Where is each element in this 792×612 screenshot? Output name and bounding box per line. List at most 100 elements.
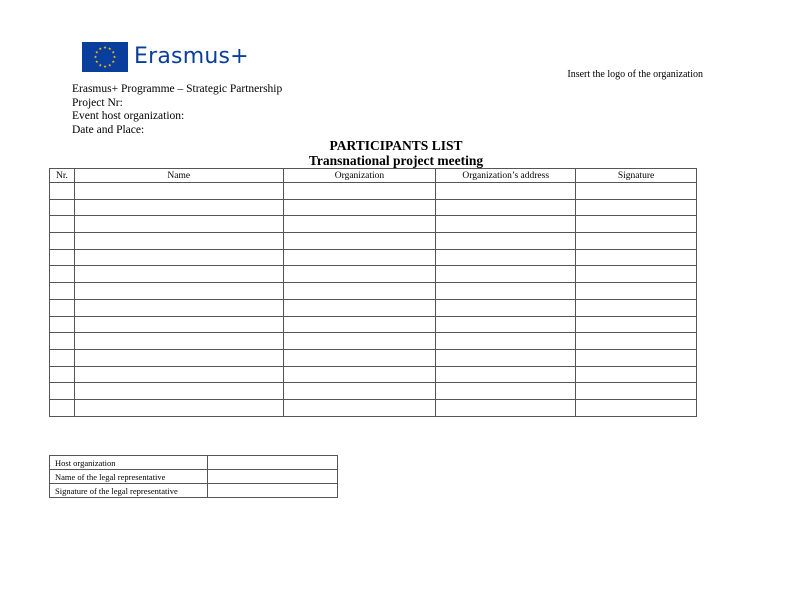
cell-nr[interactable] <box>49 398 75 417</box>
cell-nr[interactable] <box>49 382 75 400</box>
cell-nr[interactable] <box>49 265 75 284</box>
cell-signature[interactable] <box>575 198 697 217</box>
cell-address[interactable] <box>435 315 577 334</box>
cell-name[interactable] <box>73 282 284 300</box>
legal-representative-name-label: Name of the legal representative <box>49 469 208 484</box>
cell-nr[interactable] <box>49 282 75 300</box>
cell-address[interactable] <box>435 365 577 384</box>
project-nr-line: Project Nr: <box>72 96 123 109</box>
cell-name[interactable] <box>73 348 284 367</box>
cell-address[interactable] <box>435 298 577 317</box>
cell-organization[interactable] <box>282 348 437 367</box>
cell-signature[interactable] <box>575 398 697 417</box>
legal-representative-name-cell[interactable] <box>206 469 339 484</box>
table-row <box>49 198 697 217</box>
cell-organization[interactable] <box>282 382 437 400</box>
cell-address[interactable] <box>435 382 577 400</box>
cell-address[interactable] <box>435 265 577 284</box>
cell-name[interactable] <box>73 215 284 234</box>
table-row <box>49 248 697 267</box>
flag-star <box>111 50 115 54</box>
cell-name[interactable] <box>73 298 284 317</box>
cell-name[interactable] <box>73 332 284 350</box>
cell-nr[interactable] <box>49 298 75 317</box>
cell-nr[interactable] <box>49 215 75 234</box>
legal-representative-signature-label: Signature of the legal representative <box>49 483 208 498</box>
host-organization-cell[interactable] <box>206 455 339 470</box>
cell-address[interactable] <box>435 282 577 300</box>
table-row <box>49 298 697 317</box>
cell-address[interactable] <box>435 398 577 417</box>
cell-organization[interactable] <box>282 232 437 250</box>
cell-nr[interactable] <box>49 248 75 267</box>
flag-star <box>111 60 115 64</box>
flag-star <box>103 64 107 68</box>
cell-name[interactable] <box>73 248 284 267</box>
cell-address[interactable] <box>435 332 577 350</box>
cell-name[interactable] <box>73 198 284 217</box>
cell-address[interactable] <box>435 348 577 367</box>
cell-nr[interactable] <box>49 232 75 250</box>
table-header-row: Nr. Name Organization Organization’s add… <box>49 168 697 183</box>
cell-address[interactable] <box>435 232 577 250</box>
cell-signature[interactable] <box>575 248 697 267</box>
cell-organization[interactable] <box>282 282 437 300</box>
cell-address[interactable] <box>435 182 577 200</box>
cell-name[interactable] <box>73 232 284 250</box>
column-header-name: Name <box>73 168 284 183</box>
cell-signature[interactable] <box>575 365 697 384</box>
cell-organization[interactable] <box>282 248 437 267</box>
programme-line: Erasmus+ Programme – Strategic Partnersh… <box>72 83 283 95</box>
cell-nr[interactable] <box>49 365 75 384</box>
cell-nr[interactable] <box>49 315 75 334</box>
table-row <box>49 348 697 367</box>
logo-text: Erasmus+ <box>134 44 249 69</box>
cell-signature[interactable] <box>575 348 697 367</box>
project-info: Erasmus+ Programme – Strategic Partnersh… <box>72 83 282 137</box>
cell-organization[interactable] <box>282 215 437 234</box>
table-row <box>49 382 697 400</box>
cell-name[interactable] <box>73 315 284 334</box>
cell-nr[interactable] <box>49 198 75 217</box>
cell-name[interactable] <box>73 382 284 400</box>
host-organization-line: Event host organization: <box>72 110 185 122</box>
cell-signature[interactable] <box>575 298 697 317</box>
table-row: Host organization <box>49 455 339 470</box>
cell-organization[interactable] <box>282 365 437 384</box>
flag-star <box>103 45 107 49</box>
cell-nr[interactable] <box>49 332 75 350</box>
table-row <box>49 182 697 200</box>
cell-address[interactable] <box>435 248 577 267</box>
participants-table-body <box>49 182 697 417</box>
cell-name[interactable] <box>73 398 284 417</box>
cell-nr[interactable] <box>49 348 75 367</box>
cell-signature[interactable] <box>575 215 697 234</box>
cell-signature[interactable] <box>575 182 697 200</box>
page-title: PARTICIPANTS LIST <box>329 138 463 153</box>
cell-signature[interactable] <box>575 282 697 300</box>
cell-name[interactable] <box>73 265 284 284</box>
cell-nr[interactable] <box>49 182 75 200</box>
cell-address[interactable] <box>435 215 577 234</box>
cell-name[interactable] <box>73 365 284 384</box>
cell-organization[interactable] <box>282 315 437 334</box>
table-row <box>49 332 697 350</box>
cell-signature[interactable] <box>575 232 697 250</box>
flag-star <box>112 55 117 59</box>
cell-signature[interactable] <box>575 332 697 350</box>
cell-organization[interactable] <box>282 332 437 350</box>
cell-organization[interactable] <box>282 298 437 317</box>
cell-address[interactable] <box>435 198 577 217</box>
cell-signature[interactable] <box>575 382 697 400</box>
flag-star <box>93 55 98 59</box>
cell-signature[interactable] <box>575 315 697 334</box>
cell-organization[interactable] <box>282 265 437 284</box>
cell-name[interactable] <box>73 182 284 200</box>
cell-organization[interactable] <box>282 182 437 200</box>
column-header-organization: Organization <box>282 168 437 183</box>
legal-representative-signature-cell[interactable] <box>206 483 339 498</box>
cell-organization[interactable] <box>282 398 437 417</box>
cell-signature[interactable] <box>575 265 697 284</box>
cell-organization[interactable] <box>282 198 437 217</box>
table-row: Name of the legal representative <box>49 469 339 484</box>
